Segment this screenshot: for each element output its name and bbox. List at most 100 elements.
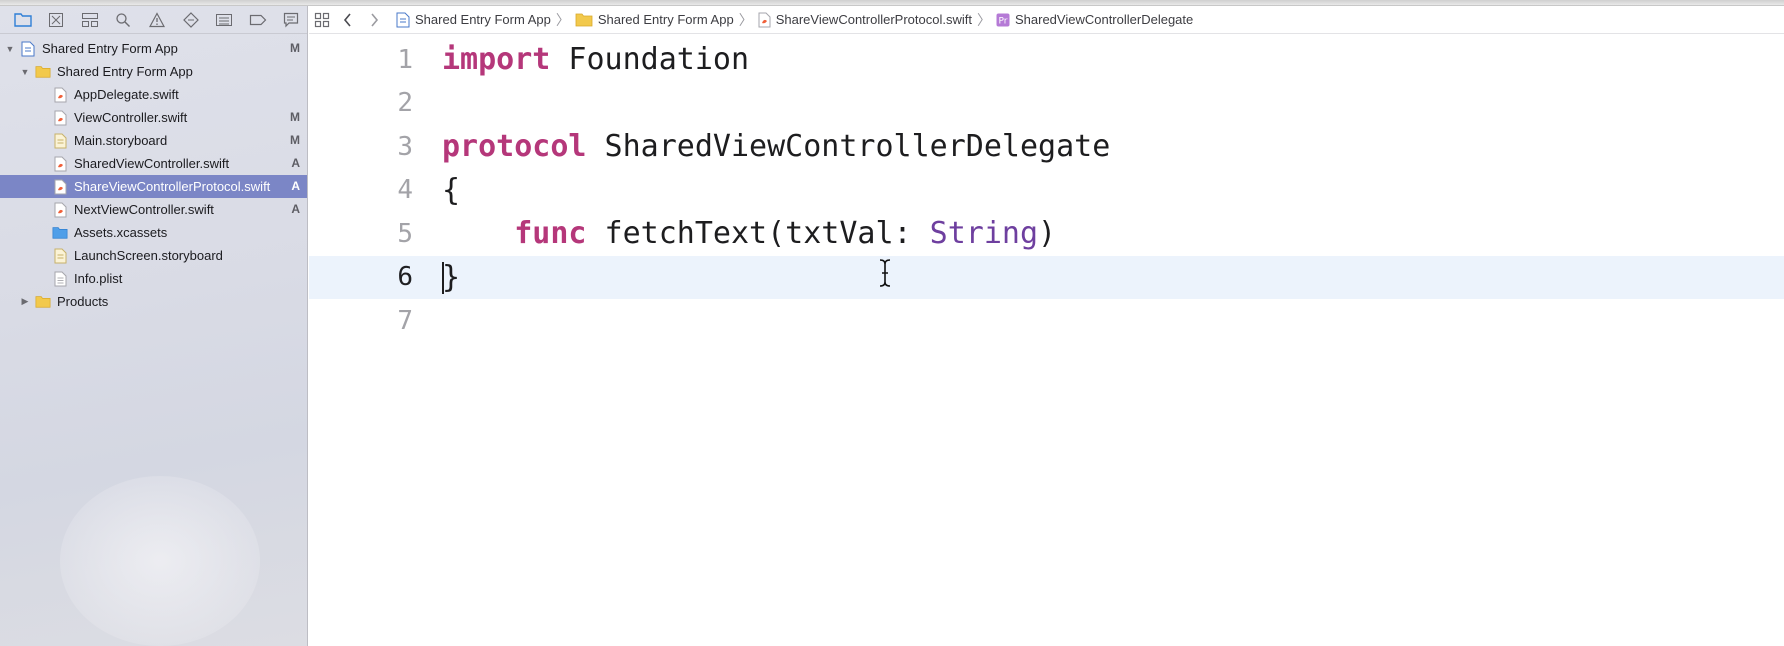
breakpoint-icon[interactable] bbox=[241, 6, 275, 34]
code-line[interactable]: 4{ bbox=[309, 169, 1784, 213]
breadcrumb-item[interactable]: Shared Entry Form App bbox=[393, 12, 554, 28]
file-tree-label: Shared Entry Form App bbox=[42, 41, 178, 56]
file-tree: ▼ Shared Entry Form App M ▼ Shared Entry For… bbox=[0, 37, 307, 313]
file-tree-label: AppDelegate.swift bbox=[74, 87, 179, 102]
folder-icon bbox=[575, 12, 593, 27]
code-line[interactable]: 7 bbox=[309, 299, 1784, 343]
symbol-navigator-icon[interactable] bbox=[73, 6, 107, 34]
project-file-icon bbox=[396, 12, 410, 28]
ibeam-cursor-icon bbox=[877, 258, 893, 293]
code-line[interactable]: 2 bbox=[309, 82, 1784, 126]
code-type: String bbox=[929, 216, 1039, 252]
line-number: 7 bbox=[397, 305, 413, 336]
code-keyword: protocol bbox=[442, 129, 587, 165]
disclosure-open-icon[interactable]: ▼ bbox=[4, 43, 16, 55]
code-text: { bbox=[442, 173, 460, 208]
related-items-icon[interactable] bbox=[309, 6, 335, 34]
swift-file-icon bbox=[52, 155, 68, 173]
breadcrumb-separator-icon: 〉 bbox=[976, 11, 991, 28]
test-diamond-icon[interactable] bbox=[174, 6, 208, 34]
source-control-icon[interactable] bbox=[40, 6, 74, 34]
forward-arrow-icon[interactable] bbox=[361, 6, 387, 34]
breadcrumb-label: SharedViewControllerDelegate bbox=[1014, 12, 1194, 27]
file-tree-label: NextViewController.swift bbox=[74, 202, 214, 217]
svg-text:Pr: Pr bbox=[998, 16, 1007, 26]
code-line[interactable]: 1 import Foundation bbox=[309, 38, 1784, 82]
source-control-status-badge: A bbox=[291, 202, 300, 216]
back-arrow-icon[interactable] bbox=[335, 6, 361, 34]
xcode-window: ▼ Shared Entry Form App M ▼ Shared Entry For… bbox=[0, 0, 1784, 646]
code-token: SharedViewControllerDelegate bbox=[586, 129, 1111, 165]
issue-warning-icon[interactable] bbox=[140, 6, 174, 34]
find-icon[interactable] bbox=[107, 6, 141, 34]
source-control-status-badge: M bbox=[290, 110, 300, 124]
file-tree-label: Assets.xcassets bbox=[74, 225, 168, 240]
code-keyword: import bbox=[442, 42, 551, 78]
line-number: 1 bbox=[397, 44, 413, 75]
source-editor[interactable]: Shared Entry Form App 〉 Shared Entry Form … bbox=[309, 6, 1784, 646]
code-token: } bbox=[442, 259, 461, 295]
file-tree-row[interactable]: ViewController.swift M bbox=[0, 106, 307, 129]
disclosure-closed-icon[interactable]: ▶ bbox=[19, 296, 31, 308]
file-tree-label: ShareViewControllerProtocol.swift bbox=[74, 179, 271, 194]
code-token: ) bbox=[1038, 216, 1057, 252]
swift-file-icon bbox=[52, 178, 68, 196]
folder-icon bbox=[35, 63, 51, 81]
code-token: fetchText(txtVal: bbox=[586, 216, 930, 252]
jump-bar: Shared Entry Form App 〉 Shared Entry Form … bbox=[309, 6, 1784, 34]
swift-file-icon bbox=[52, 109, 68, 127]
file-tree-row[interactable]: ▶ Products bbox=[0, 290, 307, 313]
line-number: 3 bbox=[397, 131, 413, 162]
code-text: protocol SharedViewControllerDelegate bbox=[442, 129, 1110, 164]
file-tree-row[interactable]: Assets.xcassets bbox=[0, 221, 307, 244]
project-navigator: ▼ Shared Entry Form App M ▼ Shared Entry For… bbox=[0, 6, 308, 646]
file-tree-label: Products bbox=[57, 294, 109, 309]
code-area[interactable]: 1 import Foundation 2 3 protocol SharedViewC… bbox=[309, 38, 1784, 343]
folder-icon bbox=[35, 293, 51, 311]
file-tree-label: ViewController.swift bbox=[74, 110, 188, 125]
file-tree-row[interactable]: ▼ Shared Entry Form App bbox=[0, 60, 307, 83]
file-tree-row[interactable]: Main.storyboard M bbox=[0, 129, 307, 152]
file-tree-label: Main.storyboard bbox=[74, 133, 168, 148]
line-number: 5 bbox=[397, 218, 413, 249]
sidebar-background-highlight bbox=[60, 476, 260, 646]
source-control-status-badge: A bbox=[291, 156, 300, 170]
file-tree-label: SharedViewController.swift bbox=[74, 156, 230, 171]
code-line[interactable]: 5 func fetchText(txtVal: String) bbox=[309, 212, 1784, 256]
file-tree-row[interactable]: NextViewController.swift A bbox=[0, 198, 307, 221]
code-line[interactable]: 3 protocol SharedViewControllerDelegate bbox=[309, 125, 1784, 169]
breadcrumb-label: ShareViewControllerProtocol.swift bbox=[775, 12, 972, 27]
disclosure-open-icon[interactable]: ▼ bbox=[19, 66, 31, 78]
file-tree-row[interactable]: AppDelegate.swift bbox=[0, 83, 307, 106]
file-tree-row[interactable]: ▼ Shared Entry Form App M bbox=[0, 37, 307, 60]
folder-icon[interactable] bbox=[6, 6, 40, 34]
file-tree-row[interactable]: SharedViewController.swift A bbox=[0, 152, 307, 175]
line-number: 2 bbox=[397, 88, 413, 119]
file-tree-label: LaunchScreen.storyboard bbox=[74, 248, 223, 263]
breadcrumb-separator-icon: 〉 bbox=[738, 11, 753, 28]
assets-folder-icon bbox=[52, 224, 68, 242]
code-keyword: func bbox=[514, 216, 587, 252]
breadcrumb-item[interactable]: Pr SharedViewControllerDelegate bbox=[993, 12, 1196, 27]
breadcrumb-item[interactable]: ShareViewControllerProtocol.swift bbox=[755, 12, 975, 28]
breadcrumb-item[interactable]: Shared Entry Form App bbox=[572, 12, 737, 27]
breadcrumb-separator-icon: 〉 bbox=[555, 11, 570, 28]
file-tree-row[interactable]: Info.plist bbox=[0, 267, 307, 290]
code-token: Foundation bbox=[550, 42, 750, 78]
storyboard-file-icon bbox=[52, 132, 68, 150]
project-file-icon bbox=[20, 40, 36, 58]
source-control-status-badge: A bbox=[291, 179, 300, 193]
file-tree-label: Info.plist bbox=[74, 271, 123, 286]
file-tree-row[interactable]: ShareViewControllerProtocol.swift A bbox=[0, 175, 307, 198]
current-code-line[interactable]: 6} bbox=[309, 255, 1784, 299]
line-number: 6 bbox=[397, 262, 413, 293]
report-icon[interactable] bbox=[275, 6, 308, 34]
code-text: import Foundation bbox=[442, 42, 749, 77]
source-control-status-badge: M bbox=[290, 133, 300, 147]
swift-file-icon bbox=[758, 12, 771, 28]
code-token: { bbox=[442, 172, 461, 208]
code-text: func fetchText(txtVal: String) bbox=[442, 216, 1056, 251]
debug-list-icon[interactable] bbox=[207, 6, 241, 34]
file-tree-row[interactable]: LaunchScreen.storyboard bbox=[0, 244, 307, 267]
